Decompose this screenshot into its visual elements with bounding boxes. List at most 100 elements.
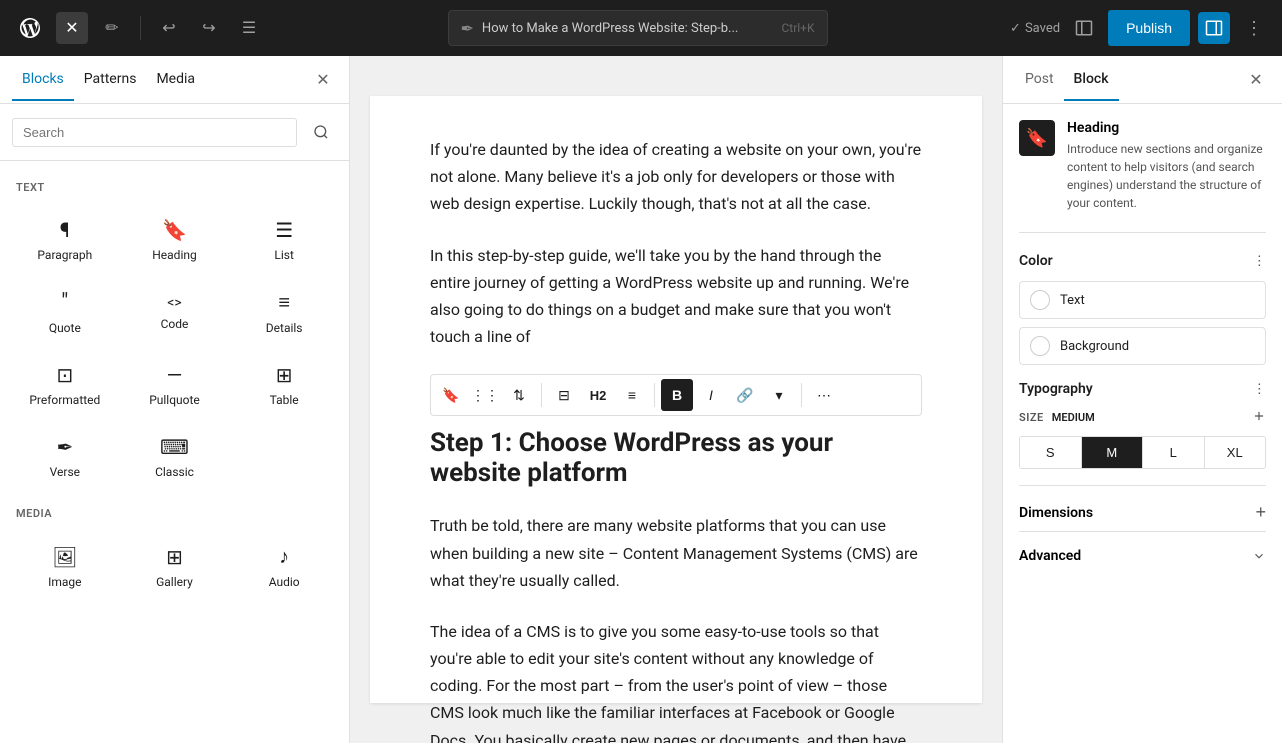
undo-button[interactable]: ↩ (153, 12, 185, 44)
advanced-label: Advanced (1019, 548, 1081, 564)
list-view-button[interactable]: ☰ (233, 12, 265, 44)
classic-icon: ⌨ (160, 435, 189, 459)
redo-button[interactable]: ↪ (193, 12, 225, 44)
audio-label: Audio (269, 575, 300, 589)
paragraph-1[interactable]: If you're daunted by the idea of creatin… (430, 136, 922, 218)
code-label: Code (161, 317, 189, 331)
block-info-text: Heading Introduce new sections and organ… (1067, 120, 1266, 212)
dimensions-header[interactable]: Dimensions + (1019, 498, 1266, 527)
tab-patterns[interactable]: Patterns (74, 59, 147, 101)
verse-icon: ✒ (56, 435, 73, 459)
paragraph-3[interactable]: Truth be told, there are many website pl… (430, 512, 922, 594)
toolbar-bold-btn[interactable]: B (661, 379, 693, 411)
toolbar-link-btn[interactable]: 🔗 (729, 379, 761, 411)
block-item-heading[interactable]: 🔖 Heading (122, 206, 228, 274)
size-label: SIZE (1019, 411, 1044, 424)
block-item-verse[interactable]: ✒ Verse (12, 423, 118, 491)
left-panel-tabs: Blocks Patterns Media ✕ (0, 56, 349, 104)
block-type-name: Heading (1067, 120, 1266, 136)
view-button[interactable] (1068, 12, 1100, 44)
heading-label: Heading (152, 248, 197, 262)
block-item-image[interactable]: 🖼 Image (12, 532, 118, 601)
heading-icon: 🔖 (162, 218, 187, 242)
edit-button[interactable]: ✏ (96, 12, 128, 44)
toolbar-dropdown-btn[interactable]: ▾ (763, 379, 795, 411)
text-section-label: TEXT (16, 181, 337, 194)
toolbar-bookmark-btn[interactable]: 🔖 (435, 379, 467, 411)
quote-label: Quote (49, 321, 81, 335)
size-l-button[interactable]: L (1143, 437, 1205, 468)
color-more-button[interactable]: ⋮ (1253, 253, 1266, 269)
color-option-text[interactable]: Text (1019, 281, 1266, 319)
size-xl-button[interactable]: XL (1205, 437, 1266, 468)
advanced-header[interactable]: Advanced (1019, 544, 1266, 568)
block-item-code[interactable]: <> Code (122, 278, 228, 347)
verse-label: Verse (50, 465, 80, 479)
toolbar-drag-btn[interactable]: ⋮⋮ (469, 379, 501, 411)
block-item-pullquote[interactable]: — Pullquote (122, 351, 228, 419)
paragraph-icon: ¶ (60, 218, 70, 242)
size-m-button[interactable]: M (1082, 437, 1144, 468)
close-right-panel-button[interactable]: ✕ (1242, 66, 1270, 94)
more-options-button[interactable]: ⋮ (1238, 12, 1270, 44)
paragraph-4[interactable]: The idea of a CMS is to give you some ea… (430, 618, 922, 743)
toolbar-align-btn[interactable]: ⊟ (548, 379, 580, 411)
size-s-button[interactable]: S (1020, 437, 1082, 468)
tab-blocks[interactable]: Blocks (12, 59, 74, 101)
block-item-paragraph[interactable]: ¶ Paragraph (12, 206, 118, 274)
main-layout: Blocks Patterns Media ✕ TEXT ¶ Paragraph… (0, 56, 1282, 743)
text-color-swatch (1030, 290, 1050, 310)
preformatted-icon: ⊡ (56, 363, 73, 387)
size-adjust-button[interactable] (1252, 409, 1266, 426)
title-bar[interactable]: ✒ How to Make a WordPress Website: Step-… (448, 10, 828, 46)
text-blocks-grid: ¶ Paragraph 🔖 Heading ☰ List " Quote <> (12, 206, 337, 491)
editor-area[interactable]: If you're daunted by the idea of creatin… (370, 96, 982, 703)
tab-post[interactable]: Post (1015, 59, 1064, 101)
close-button[interactable]: ✕ (56, 12, 88, 44)
toolbar-move-btn[interactable]: ⇅ (503, 379, 535, 411)
table-icon: ⊞ (276, 363, 293, 387)
toolbar-divider-1 (541, 383, 542, 407)
close-left-panel-button[interactable]: ✕ (309, 66, 337, 94)
sidebar-toggle-button[interactable] (1198, 12, 1230, 44)
block-item-list[interactable]: ☰ List (231, 206, 337, 274)
toolbar-align-left-btn[interactable]: ≡ (616, 379, 648, 411)
block-item-gallery[interactable]: ⊞ Gallery (122, 532, 228, 601)
block-item-table[interactable]: ⊞ Table (231, 351, 337, 419)
tab-block[interactable]: Block (1064, 59, 1119, 101)
block-info: 🔖 Heading Introduce new sections and org… (1019, 120, 1266, 233)
toolbar-more-btn[interactable]: ⋯ (808, 379, 840, 411)
search-input[interactable] (12, 118, 297, 147)
color-section-title: Color (1019, 253, 1053, 269)
heading-block[interactable]: Step 1: Choose WordPress as your website… (430, 428, 922, 488)
paragraph-2[interactable]: In this step-by-step guide, we'll take y… (430, 242, 922, 351)
advanced-chevron-button[interactable] (1252, 549, 1266, 563)
toolbar-h2-btn[interactable]: H2 (582, 379, 614, 411)
block-item-details[interactable]: ≡ Details (231, 278, 337, 347)
dimensions-add-button[interactable]: + (1255, 502, 1266, 523)
toolbar-italic-btn[interactable]: I (695, 379, 727, 411)
topbar-center: ✒ How to Make a WordPress Website: Step-… (273, 10, 1002, 46)
divider (140, 16, 141, 40)
search-button[interactable] (305, 116, 337, 148)
text-color-label: Text (1060, 293, 1085, 308)
block-item-quote[interactable]: " Quote (12, 278, 118, 347)
left-panel: Blocks Patterns Media ✕ TEXT ¶ Paragraph… (0, 56, 350, 743)
dimensions-label: Dimensions (1019, 505, 1093, 521)
blocks-content: TEXT ¶ Paragraph 🔖 Heading ☰ List " Quot… (0, 161, 349, 743)
color-option-background[interactable]: Background (1019, 327, 1266, 365)
right-panel-tabs: Post Block ✕ (1003, 56, 1282, 104)
right-panel-content: 🔖 Heading Introduce new sections and org… (1003, 104, 1282, 743)
toolbar-divider-2 (654, 383, 655, 407)
wordpress-logo[interactable] (12, 10, 48, 46)
block-item-classic[interactable]: ⌨ Classic (122, 423, 228, 491)
typography-more-button[interactable]: ⋮ (1253, 381, 1266, 397)
toolbar-divider-3 (801, 383, 802, 407)
block-item-audio[interactable]: ♪ Audio (231, 532, 337, 601)
classic-label: Classic (155, 465, 194, 479)
tab-media[interactable]: Media (146, 59, 205, 101)
post-title: How to Make a WordPress Website: Step-b.… (482, 21, 738, 36)
publish-button[interactable]: Publish (1108, 10, 1190, 46)
keyboard-shortcut: Ctrl+K (781, 21, 814, 35)
block-item-preformatted[interactable]: ⊡ Preformatted (12, 351, 118, 419)
